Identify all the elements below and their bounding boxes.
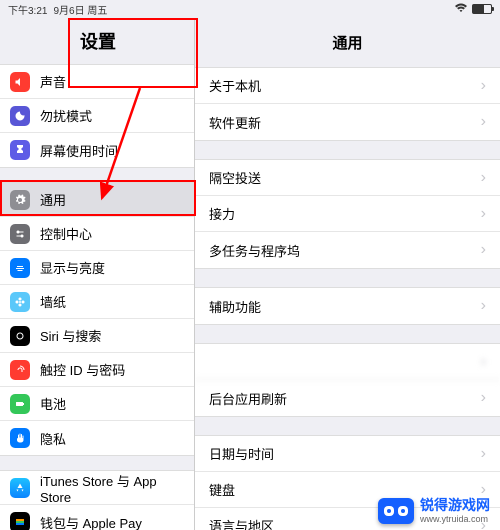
sidebar-group-3: iTunes Store 与 App Store 钱包与 Apple Pay [0,470,194,530]
speaker-icon [10,72,30,92]
sidebar-label: 声音 [40,72,66,91]
wifi-icon [454,3,468,16]
sidebar-item-battery[interactable]: 电池 [0,387,194,421]
detail-label: 后台应用刷新 [209,389,287,408]
status-bar: 下午3:21 9月6日 周五 [0,0,500,18]
sidebar-label: 通用 [40,190,66,209]
sidebar-title: 设置 [0,18,194,64]
chevron-right-icon: › [481,77,486,95]
sidebar-item-wallpaper[interactable]: 墙纸 [0,285,194,319]
switches-icon [10,224,30,244]
sidebar-item-sound[interactable]: 声音 [0,65,194,99]
sidebar-label: 控制中心 [40,224,92,243]
detail-label [209,352,261,371]
detail-pane: 通用 关于本机 › 软件更新 › 隔空投送 › 接力 › 多任务与程序坞 › [195,18,500,530]
detail-group-1: 关于本机 › 软件更新 › [195,67,500,141]
chevron-right-icon: › [481,113,486,131]
appstore-icon [10,478,30,498]
detail-item-about[interactable]: 关于本机 › [195,68,500,104]
detail-group-2: 隔空投送 › 接力 › 多任务与程序坞 › [195,159,500,269]
detail-item-handoff[interactable]: 接力 › [195,196,500,232]
sidebar-item-screentime[interactable]: 屏幕使用时间 [0,133,194,167]
settings-sidebar: 设置 声音 勿扰模式 屏幕使用时间 通用 控制中心 [0,18,195,530]
moon-icon [10,106,30,126]
chevron-right-icon: › [481,205,486,223]
sidebar-item-dnd[interactable]: 勿扰模式 [0,99,194,133]
detail-label: 接力 [209,204,235,223]
sidebar-label: 墙纸 [40,292,66,311]
sidebar-label: Siri 与搜索 [40,326,101,345]
battery-icon [10,394,30,414]
sidebar-item-control[interactable]: 控制中心 [0,217,194,251]
watermark-logo-icon [378,498,414,524]
chevron-right-icon: › [481,241,486,259]
sidebar-label: 显示与亮度 [40,258,105,277]
detail-label: 软件更新 [209,113,261,132]
sidebar-label: 钱包与 Apple Pay [40,513,142,530]
detail-item-datetime[interactable]: 日期与时间 › [195,436,500,472]
chevron-right-icon: › [481,297,486,315]
sidebar-label: 勿扰模式 [40,106,92,125]
detail-item-accessibility[interactable]: 辅助功能 › [195,288,500,324]
status-date: 9月6日 周五 [53,2,107,17]
sidebar-item-general[interactable]: 通用 [0,183,194,217]
hourglass-icon [10,140,30,160]
sidebar-label: iTunes Store 与 App Store [40,471,184,505]
sidebar-label: 屏幕使用时间 [40,141,118,160]
sidebar-item-siri[interactable]: Siri 与搜索 [0,319,194,353]
detail-item-hidden[interactable]: › [195,344,500,380]
watermark-brand: 锐得游戏网 [420,498,490,513]
fingerprint-icon [10,360,30,380]
sidebar-group-1: 声音 勿扰模式 屏幕使用时间 [0,64,194,168]
chevron-right-icon: › [481,445,486,463]
wallet-icon [10,512,30,530]
watermark-url: www.ytruida.com [420,514,490,524]
sidebar-label: 电池 [40,394,66,413]
detail-item-update[interactable]: 软件更新 › [195,104,500,140]
detail-group-3: 辅助功能 › [195,287,500,325]
chevron-right-icon: › [481,353,486,371]
detail-item-refresh[interactable]: 后台应用刷新 › [195,380,500,416]
flower-icon [10,292,30,312]
hand-icon [10,428,30,448]
sidebar-item-wallet[interactable]: 钱包与 Apple Pay [0,505,194,530]
detail-label: 关于本机 [209,76,261,95]
watermark: 锐得游戏网 www.ytruida.com [378,498,490,524]
detail-label: 隔空投送 [209,168,261,187]
gear-icon [10,190,30,210]
sidebar-label: 隐私 [40,429,66,448]
status-time: 下午3:21 [8,2,47,17]
detail-item-multitask[interactable]: 多任务与程序坞 › [195,232,500,268]
siri-icon [10,326,30,346]
sidebar-label: 触控 ID 与密码 [40,360,125,379]
detail-label: 语言与地区 [209,516,274,530]
brightness-icon [10,258,30,278]
detail-label: 键盘 [209,480,235,499]
chevron-right-icon: › [481,389,486,407]
sidebar-group-2: 通用 控制中心 显示与亮度 墙纸 Siri 与搜索 触控 ID 与密码 [0,182,194,456]
sidebar-item-privacy[interactable]: 隐私 [0,421,194,455]
detail-group-4: › 后台应用刷新 › [195,343,500,417]
chevron-right-icon: › [481,481,486,499]
detail-label: 日期与时间 [209,444,274,463]
detail-title: 通用 [195,18,500,67]
battery-icon [472,4,492,14]
detail-label: 辅助功能 [209,297,261,316]
chevron-right-icon: › [481,169,486,187]
detail-item-airdrop[interactable]: 隔空投送 › [195,160,500,196]
sidebar-item-itunes[interactable]: iTunes Store 与 App Store [0,471,194,505]
sidebar-item-touchid[interactable]: 触控 ID 与密码 [0,353,194,387]
detail-label: 多任务与程序坞 [209,241,300,260]
sidebar-item-display[interactable]: 显示与亮度 [0,251,194,285]
